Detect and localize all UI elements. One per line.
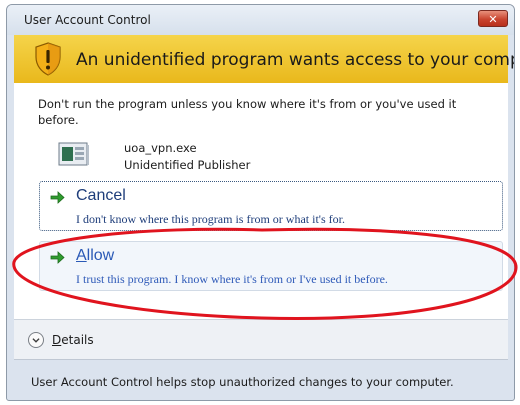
warning-banner: An unidentified program wants access to …: [14, 35, 514, 84]
details-row: Details: [14, 319, 508, 360]
allow-option-button[interactable]: Allow I trust this program. I know where…: [39, 241, 503, 291]
cancel-option-button[interactable]: Cancel I don't know where this program i…: [39, 181, 503, 231]
allow-title: Allow: [76, 247, 114, 265]
banner-heading: An unidentified program wants access to …: [76, 50, 515, 70]
chevron-down-circle-icon[interactable]: [28, 332, 44, 348]
dialog-body: Don't run the program unless you know wh…: [14, 83, 508, 319]
cancel-title: Cancel: [76, 187, 126, 204]
window-title: User Account Control: [24, 13, 151, 27]
title-bar: User Account Control ✕: [7, 5, 514, 35]
program-name: uoa_vpn.exe: [124, 141, 197, 155]
program-icon: [58, 142, 89, 166]
program-publisher: Unidentified Publisher: [124, 158, 251, 172]
details-link[interactable]: Details: [52, 333, 94, 347]
uac-dialog: User Account Control ✕ An unidentified p…: [6, 4, 515, 401]
details-accesskey: D: [52, 333, 62, 347]
close-button[interactable]: ✕: [478, 10, 508, 27]
allow-description: I trust this program. I know where it's …: [76, 272, 388, 286]
footer-text: User Account Control helps stop unauthor…: [31, 375, 454, 389]
footer: User Account Control helps stop unauthor…: [14, 359, 508, 400]
allow-title-rest: llow: [86, 247, 115, 264]
warning-text: Don't run the program unless you know wh…: [38, 97, 457, 127]
green-arrow-icon: [50, 251, 65, 264]
green-arrow-icon: [50, 191, 65, 204]
details-label-rest: etails: [61, 333, 94, 347]
allow-accesskey: A: [76, 247, 87, 264]
cancel-description: I don't know where this program is from …: [76, 212, 345, 226]
shield-warning-icon: [35, 42, 61, 76]
